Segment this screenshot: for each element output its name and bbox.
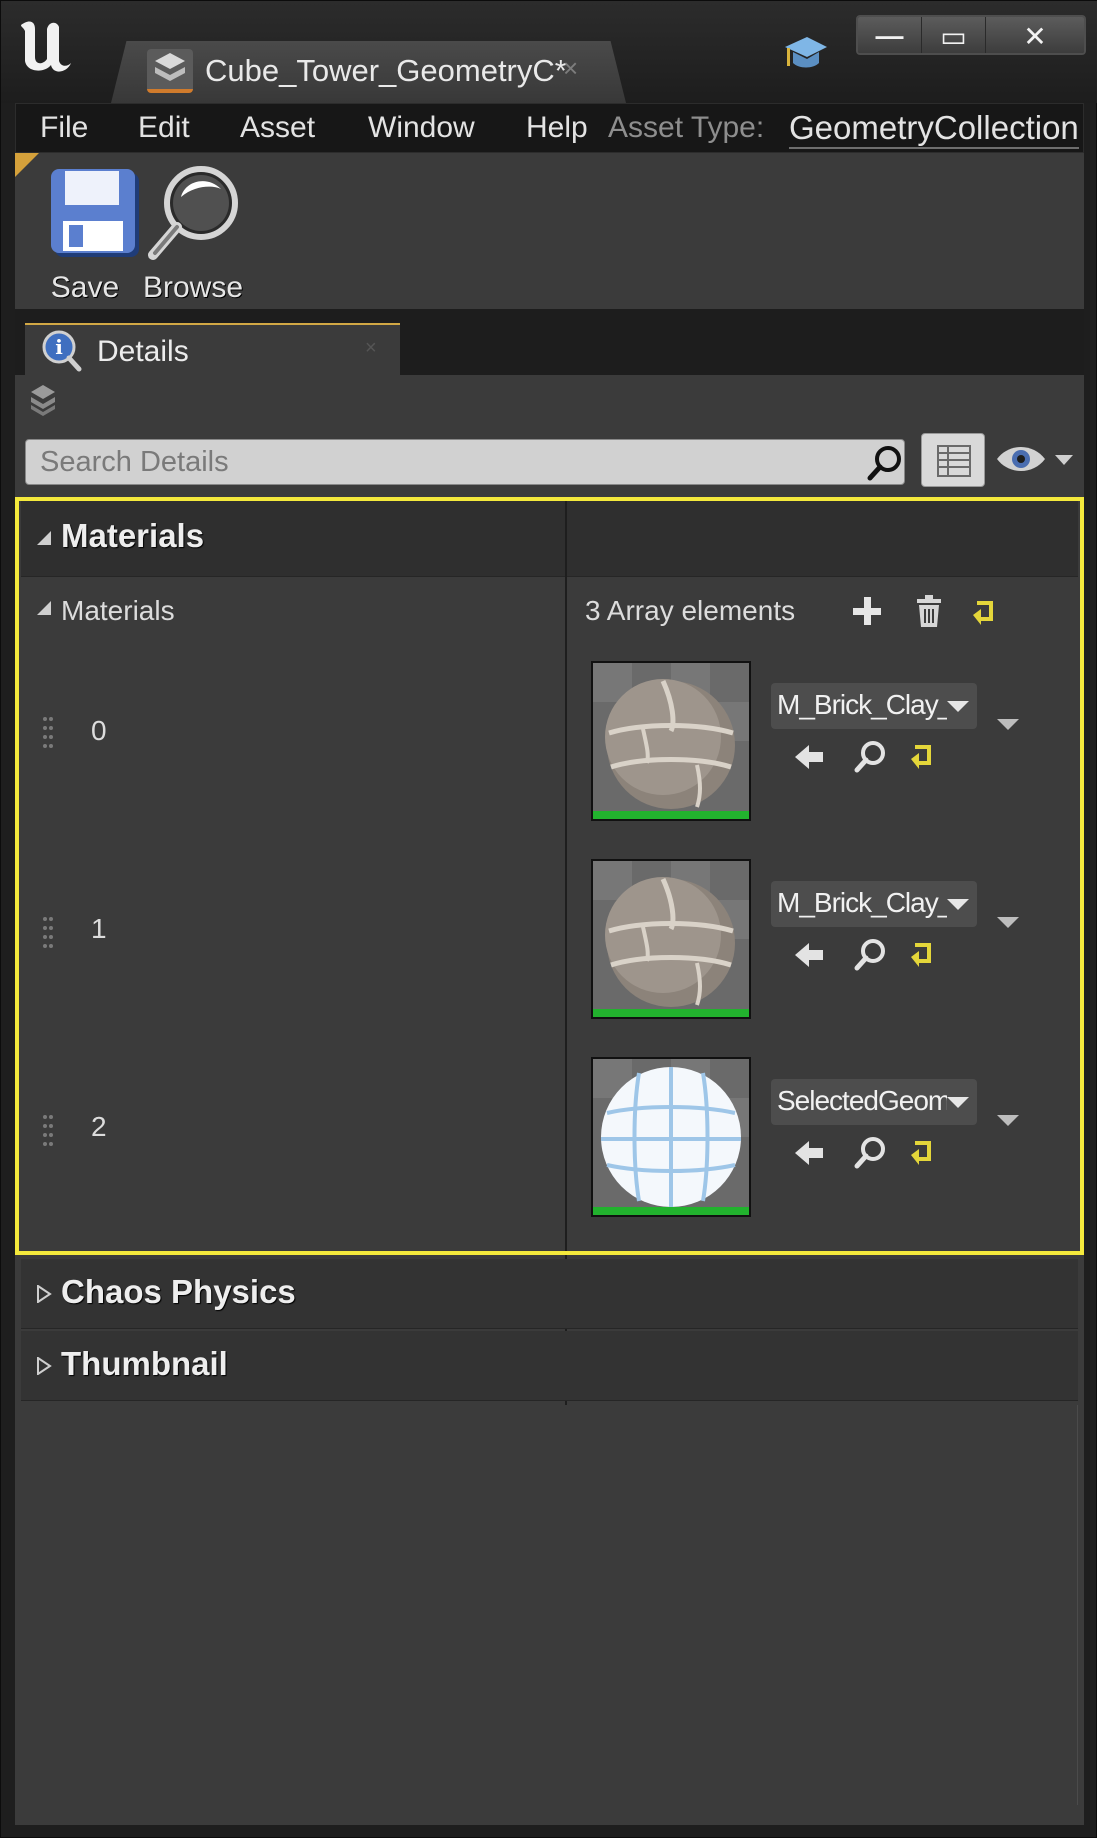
selection-highlight <box>15 497 1084 1255</box>
maximize-button[interactable]: ▭ <box>922 17 986 53</box>
scrollbar-track[interactable] <box>1077 1405 1078 1805</box>
toolbar: Save Browse <box>15 153 1084 309</box>
menu-window[interactable]: Window <box>368 111 475 145</box>
geometry-collection-icon <box>31 385 55 416</box>
category-thumbnail[interactable]: Thumbnail <box>21 1331 1078 1401</box>
expand-arrow-icon <box>37 1285 52 1303</box>
browse-label: Browse <box>142 271 244 304</box>
expand-arrow-icon <box>37 1357 52 1375</box>
minimize-button[interactable]: — <box>858 17 922 53</box>
category-chaos-physics[interactable]: Chaos Physics <box>21 1259 1078 1329</box>
asset-editor-window: Cube_Tower_GeometryC* × — ▭ ✕ File Edit … <box>0 0 1097 1838</box>
geometry-collection-icon <box>147 49 193 93</box>
menu-help[interactable]: Help <box>526 111 588 145</box>
svg-text:i: i <box>55 335 63 359</box>
magnifier-icon <box>148 166 238 260</box>
eye-icon[interactable] <box>993 437 1077 483</box>
floppy-disk-icon <box>51 169 139 257</box>
browse-button[interactable]: Browse <box>133 163 253 304</box>
category-label: Thumbnail <box>61 1345 228 1382</box>
graduation-cap-icon[interactable] <box>781 33 829 75</box>
close-tab-icon[interactable]: × <box>365 337 377 360</box>
list-view-icon <box>937 445 971 477</box>
category-label: Chaos Physics <box>61 1273 296 1310</box>
title-bar[interactable]: Cube_Tower_GeometryC* × — ▭ ✕ <box>1 1 1097 103</box>
window-controls: — ▭ ✕ <box>856 15 1086 55</box>
save-label: Save <box>50 271 120 304</box>
menu-edit[interactable]: Edit <box>138 111 190 145</box>
search-box <box>25 439 905 485</box>
menu-bar: File Edit Asset Window Help Asset Type: … <box>15 103 1084 153</box>
menu-file[interactable]: File <box>40 111 88 145</box>
search-icon[interactable] <box>866 444 904 482</box>
info-magnifier-icon: i <box>42 330 82 372</box>
asset-type-link[interactable]: GeometryCollection <box>789 109 1079 149</box>
close-button[interactable]: ✕ <box>986 17 1084 53</box>
save-button[interactable]: Save <box>25 163 145 304</box>
search-input[interactable] <box>26 440 856 484</box>
menu-asset[interactable]: Asset <box>240 111 315 145</box>
document-tab[interactable]: Cube_Tower_GeometryC* × <box>111 41 626 103</box>
view-options-button[interactable] <box>921 433 985 487</box>
tab-well: i Details × <box>15 309 1084 375</box>
details-empty-area <box>21 1405 1078 1825</box>
close-tab-icon[interactable]: × <box>563 53 578 84</box>
unreal-logo-icon[interactable] <box>15 17 77 75</box>
tab-details[interactable]: i Details × <box>25 323 400 375</box>
document-tab-title: Cube_Tower_GeometryC* <box>205 53 567 88</box>
details-panel: Materials Materials 3 Array elements <box>15 375 1084 1825</box>
asset-type-label: Asset Type: <box>608 111 765 144</box>
details-tab-label: Details <box>97 335 189 368</box>
